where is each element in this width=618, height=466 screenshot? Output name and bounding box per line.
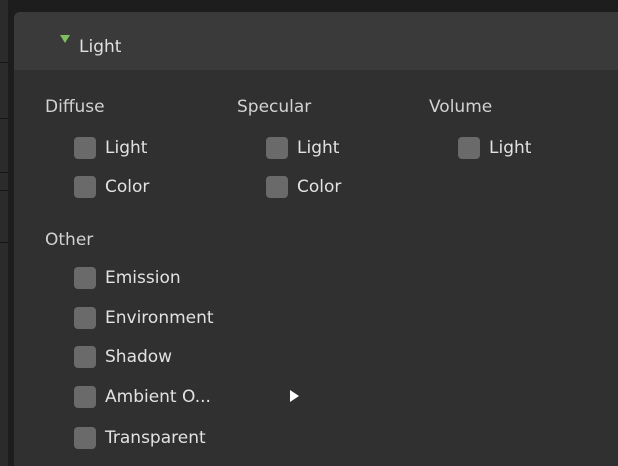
checkbox-label[interactable]: Environment [105, 307, 214, 329]
checkbox-label[interactable]: Light [105, 137, 147, 159]
checkbox-label[interactable]: Light [297, 137, 339, 159]
checkbox-box[interactable] [74, 176, 96, 198]
diffuse-heading: Diffuse [45, 97, 105, 117]
checkbox-box[interactable] [74, 267, 96, 289]
checkbox-box[interactable] [266, 137, 288, 159]
checkbox-box[interactable] [74, 386, 96, 408]
checkbox-label[interactable]: Emission [105, 267, 181, 289]
divider [0, 118, 8, 119]
left-editor-edge [0, 0, 8, 466]
divider [0, 62, 8, 63]
divider [0, 190, 8, 191]
triangle-down-icon[interactable] [60, 35, 70, 43]
triangle-right-icon[interactable] [290, 390, 299, 402]
divider [0, 242, 8, 243]
checkbox-box[interactable] [458, 137, 480, 159]
checkbox-box[interactable] [266, 176, 288, 198]
checkbox-box[interactable] [74, 346, 96, 368]
checkbox-box[interactable] [74, 307, 96, 329]
checkbox-label[interactable]: Ambient O... [105, 386, 211, 408]
panel-title[interactable]: Light [79, 36, 121, 58]
checkbox-box[interactable] [74, 137, 96, 159]
other-heading: Other [45, 230, 94, 250]
specular-heading: Specular [237, 97, 312, 117]
checkbox-label[interactable]: Color [105, 176, 149, 198]
checkbox-label[interactable]: Transparent [105, 427, 206, 449]
volume-heading: Volume [429, 97, 493, 117]
checkbox-label[interactable]: Light [489, 137, 531, 159]
divider [0, 172, 8, 173]
checkbox-box[interactable] [74, 427, 96, 449]
checkbox-label[interactable]: Color [297, 176, 341, 198]
checkbox-label[interactable]: Shadow [105, 346, 172, 368]
